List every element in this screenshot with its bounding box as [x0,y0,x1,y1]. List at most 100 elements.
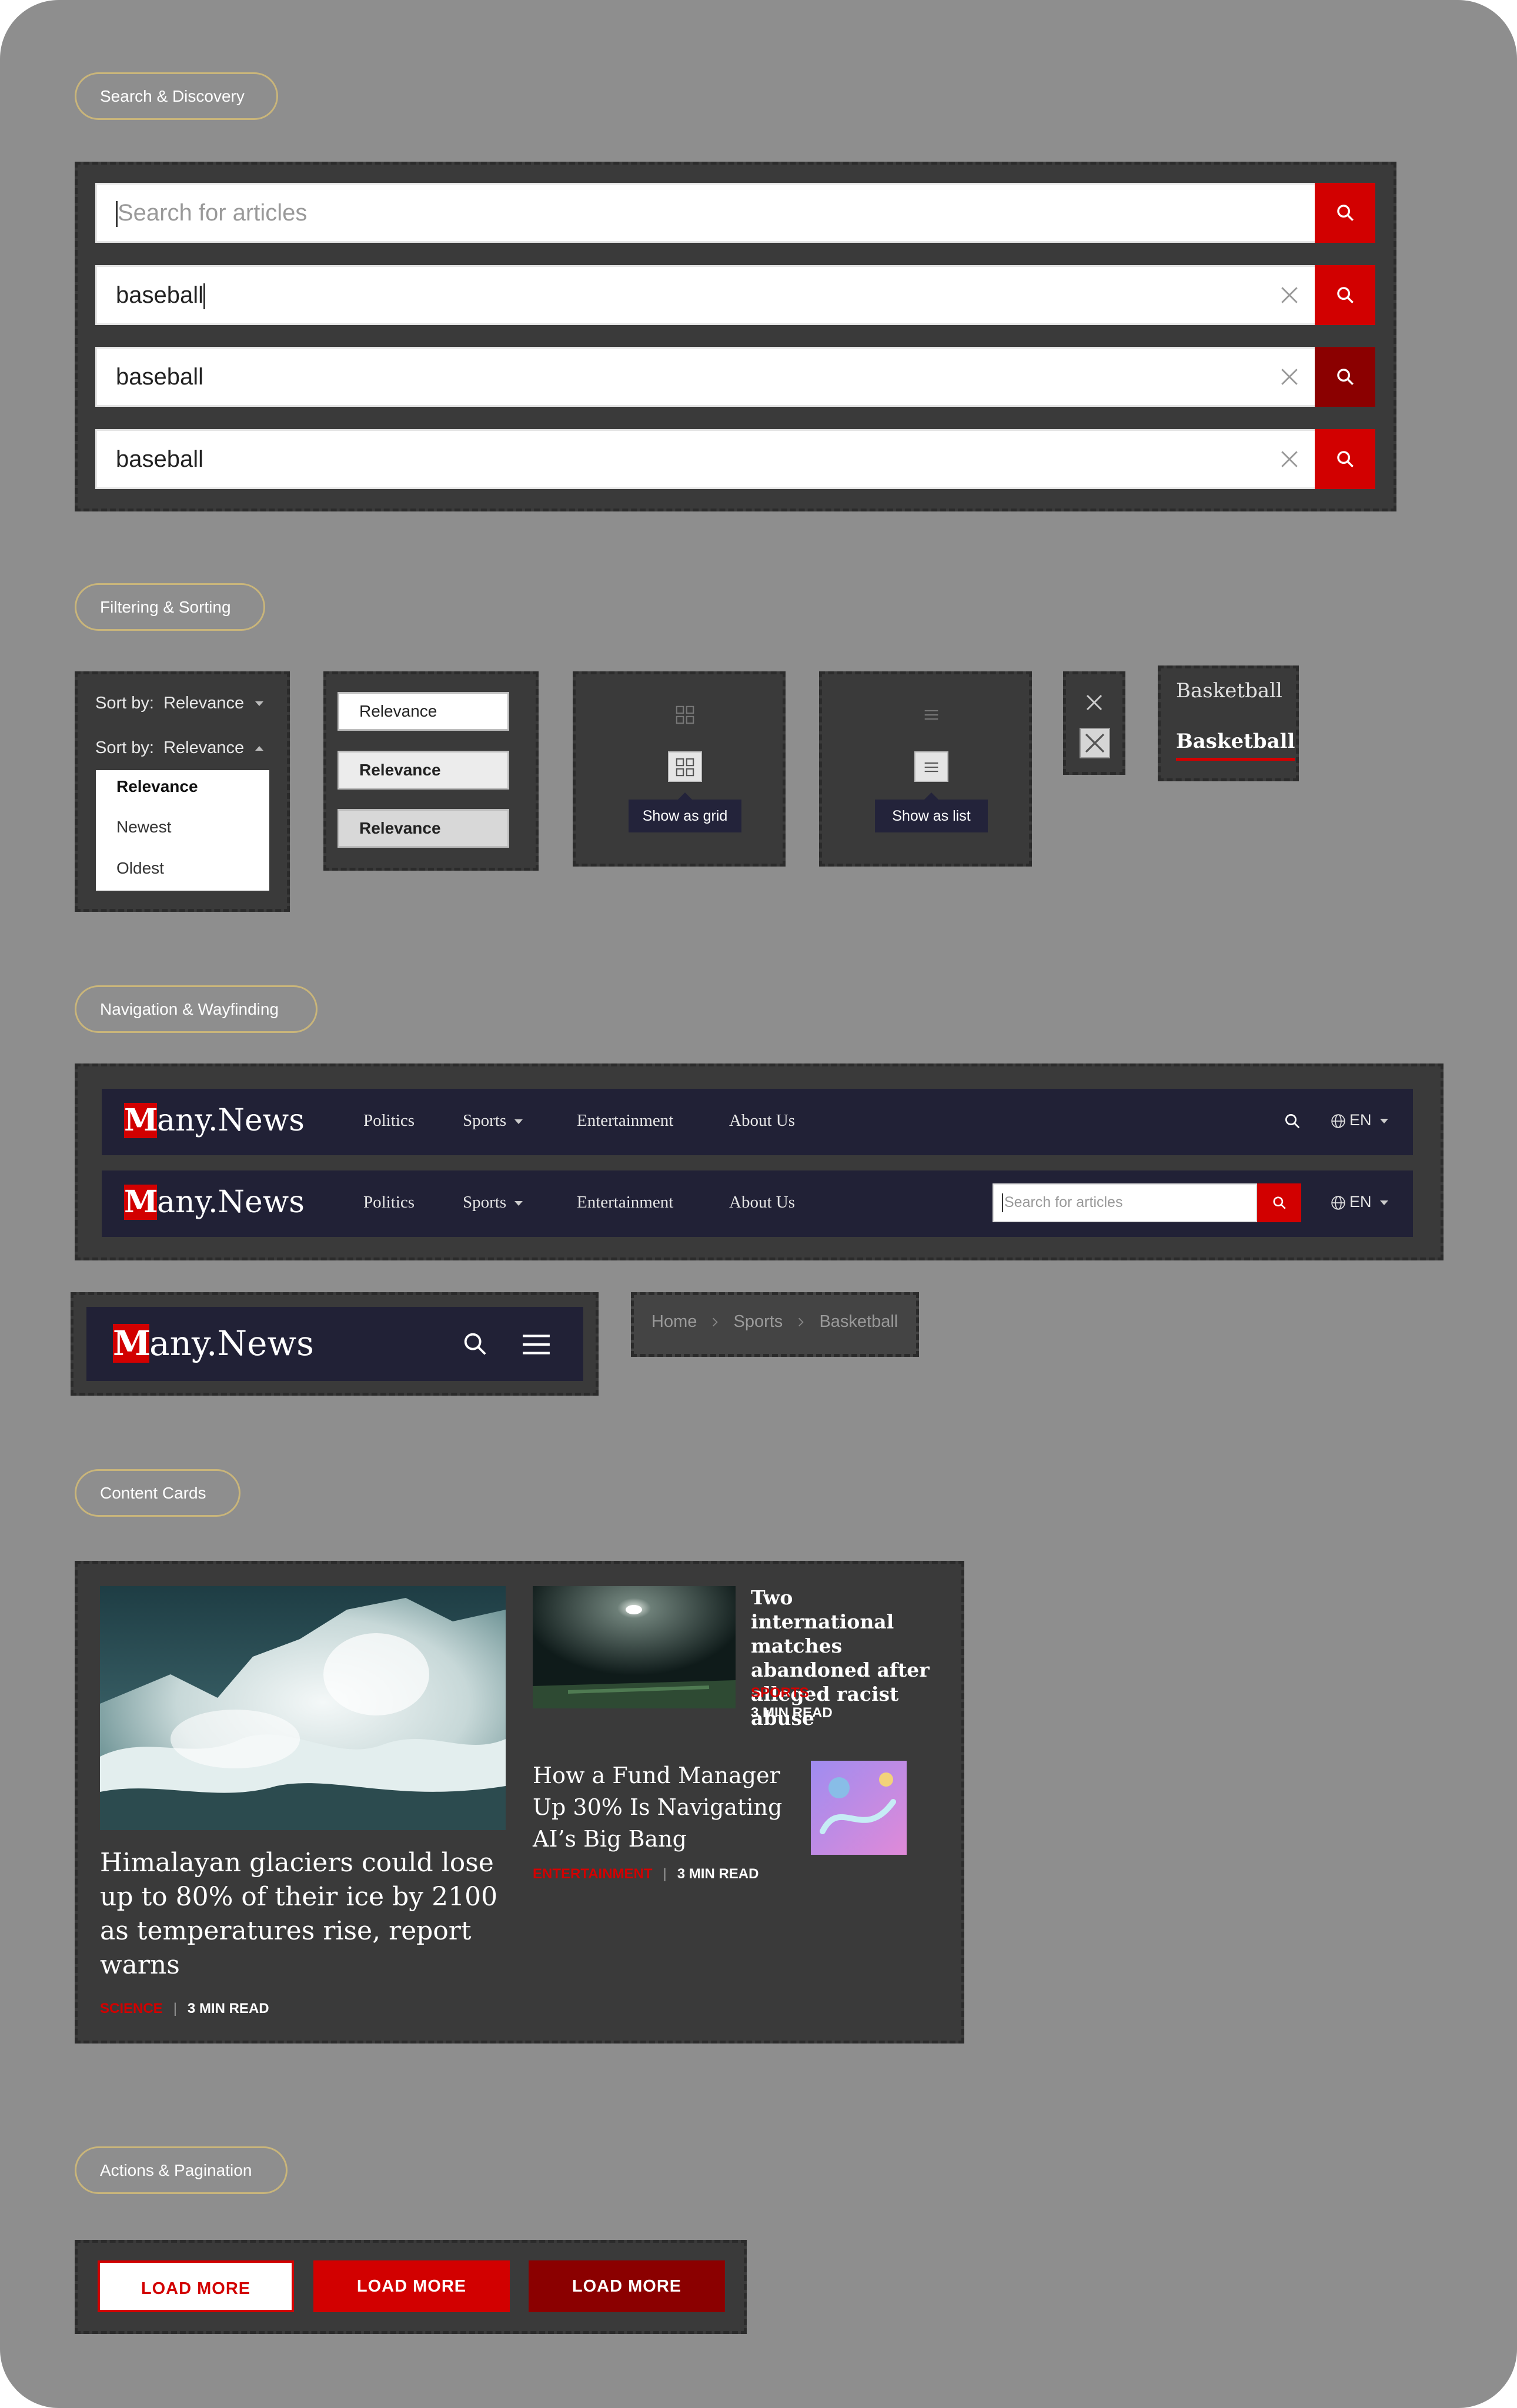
tab-active[interactable]: Basketball [1176,730,1295,761]
page-canvas: Search & Discovery Search for articles b… [0,0,1517,2408]
breadcrumb-item[interactable]: Home [651,1312,697,1331]
nav-link-label: Sports [463,1111,507,1130]
nav-link-entertainment[interactable]: Entertainment [577,1193,673,1212]
search-icon[interactable] [1284,1112,1301,1130]
side-card-1-image[interactable] [533,1586,736,1708]
chevron-up-icon [255,746,264,751]
navbar-mobile: Many.News [86,1307,583,1381]
site-logo[interactable]: Many.News [124,1185,305,1220]
chevron-down-icon [514,1201,523,1206]
search-icon [1336,369,1354,385]
chevron-down-icon [1379,1200,1388,1205]
sort-value: Relevance [163,738,245,757]
sort-option[interactable]: Relevance [116,777,198,796]
section-label-filter: Filtering & Sorting [75,583,265,631]
sort-label: Sort by: [95,738,154,757]
glacier-image [100,1586,506,1830]
close-button-hover[interactable] [1080,728,1110,758]
sort-option[interactable]: Oldest [116,859,164,878]
logo-text: any.News [149,1323,314,1363]
sort-value: Relevance [163,694,245,713]
option-default[interactable]: Relevance [338,692,509,731]
site-logo[interactable]: Many.News [124,1103,305,1138]
breadcrumb-item[interactable]: Sports [733,1312,783,1331]
search-input-empty[interactable]: Search for articles [116,185,307,241]
clear-icon[interactable] [1279,285,1299,305]
meta-divider: | [173,2001,177,2016]
search-button[interactable] [1315,183,1375,243]
nav-link-entertainment[interactable]: Entertainment [577,1111,673,1131]
grid-toggle-button-hover[interactable] [668,751,702,782]
list-toggle-button-hover[interactable] [914,751,948,782]
search-value: baseball [116,364,204,390]
navbar-desktop: Many.News Politics Sports Entertainment … [102,1089,1413,1155]
search-bar-pressed[interactable]: baseball [95,347,1375,407]
search-icon[interactable] [462,1330,489,1357]
list-icon [924,762,938,772]
chevron-right-icon [798,1317,804,1327]
option-hover[interactable]: Relevance [338,751,509,790]
clear-icon[interactable] [1279,449,1299,469]
nav-search-input[interactable]: Search for articles [993,1183,1257,1222]
search-bar-default[interactable]: baseball [95,429,1375,489]
close-icon[interactable] [1084,692,1105,713]
read-time: 3 MIN READ [677,1866,759,1882]
hamburger-menu-icon[interactable] [522,1332,551,1357]
search-input-typing[interactable]: baseball [116,267,206,323]
text-caret [1002,1193,1003,1212]
logo-text: any.News [157,1103,305,1138]
nav-link-politics[interactable]: Politics [363,1193,415,1212]
nav-search-button[interactable] [1257,1183,1301,1222]
sort-dropdown-open[interactable]: Sort by: Relevance [95,738,264,758]
site-logo[interactable]: Many.News [113,1323,314,1363]
category-label[interactable]: SCIENCE [100,2001,163,2016]
search-button-pressed[interactable] [1315,347,1375,407]
grid-icon[interactable] [675,705,695,725]
nav-link-politics[interactable]: Politics [363,1111,415,1131]
search-button[interactable] [1315,265,1375,325]
grid-tooltip: Show as grid [629,792,741,832]
language-code: EN [1349,1193,1372,1210]
load-more-button-pressed[interactable]: LOAD MORE [529,2260,725,2312]
logo-text: any.News [157,1185,305,1220]
language-selector[interactable]: EN [1331,1111,1388,1129]
section-label-search: Search & Discovery [75,72,278,120]
nav-link-about[interactable]: About Us [729,1193,795,1212]
search-bar-typing[interactable]: baseball [95,265,1375,325]
close-icon [1085,733,1105,753]
search-input-default[interactable]: baseball [116,431,203,487]
nav-link-sports[interactable]: Sports [463,1193,523,1212]
load-more-button-outline[interactable]: LOAD MORE [98,2260,294,2312]
list-icon[interactable] [921,705,941,725]
chevron-down-icon [255,701,264,707]
main-card-title[interactable]: Himalayan glaciers could lose up to 80% … [100,1846,500,1982]
category-label[interactable]: ENTERTAINMENT [533,1866,653,1882]
nav-link-about[interactable]: About Us [729,1111,795,1131]
globe-icon [1331,1196,1345,1210]
search-bar-empty[interactable]: Search for articles [95,183,1375,243]
logo-mark: M [124,1102,158,1138]
logo-mark: M [113,1323,151,1363]
search-button[interactable] [1315,429,1375,489]
section-label-actions: Actions & Pagination [75,2146,288,2194]
nav-link-sports[interactable]: Sports [463,1111,523,1131]
category-label[interactable]: SPORTS [751,1686,833,1700]
main-card-image[interactable] [100,1586,506,1830]
tab-inactive[interactable]: Basketball [1176,679,1282,703]
side-card-2-image[interactable] [811,1761,907,1855]
abstract-image [811,1761,907,1855]
language-selector[interactable]: EN [1331,1193,1388,1211]
search-input-pressed[interactable]: baseball [116,349,203,405]
side-card-2-meta: ENTERTAINMENT | 3 MIN READ [533,1866,758,1882]
load-more-button[interactable]: LOAD MORE [313,2260,510,2312]
sort-option[interactable]: Newest [116,818,171,837]
grid-icon [676,758,694,777]
side-card-2-title[interactable]: How a Fund Manager Up 30% Is Navigating … [533,1760,803,1855]
search-placeholder: Search for articles [118,200,308,226]
option-selected[interactable]: Relevance [338,809,509,848]
sort-dropdown-closed[interactable]: Sort by: Relevance [95,694,264,713]
navbar-desktop-search-open: Many.News Politics Sports Entertainment … [102,1170,1413,1237]
clear-icon[interactable] [1279,367,1299,387]
chevron-right-icon [713,1317,719,1327]
read-time: 3 MIN READ [751,1705,833,1721]
